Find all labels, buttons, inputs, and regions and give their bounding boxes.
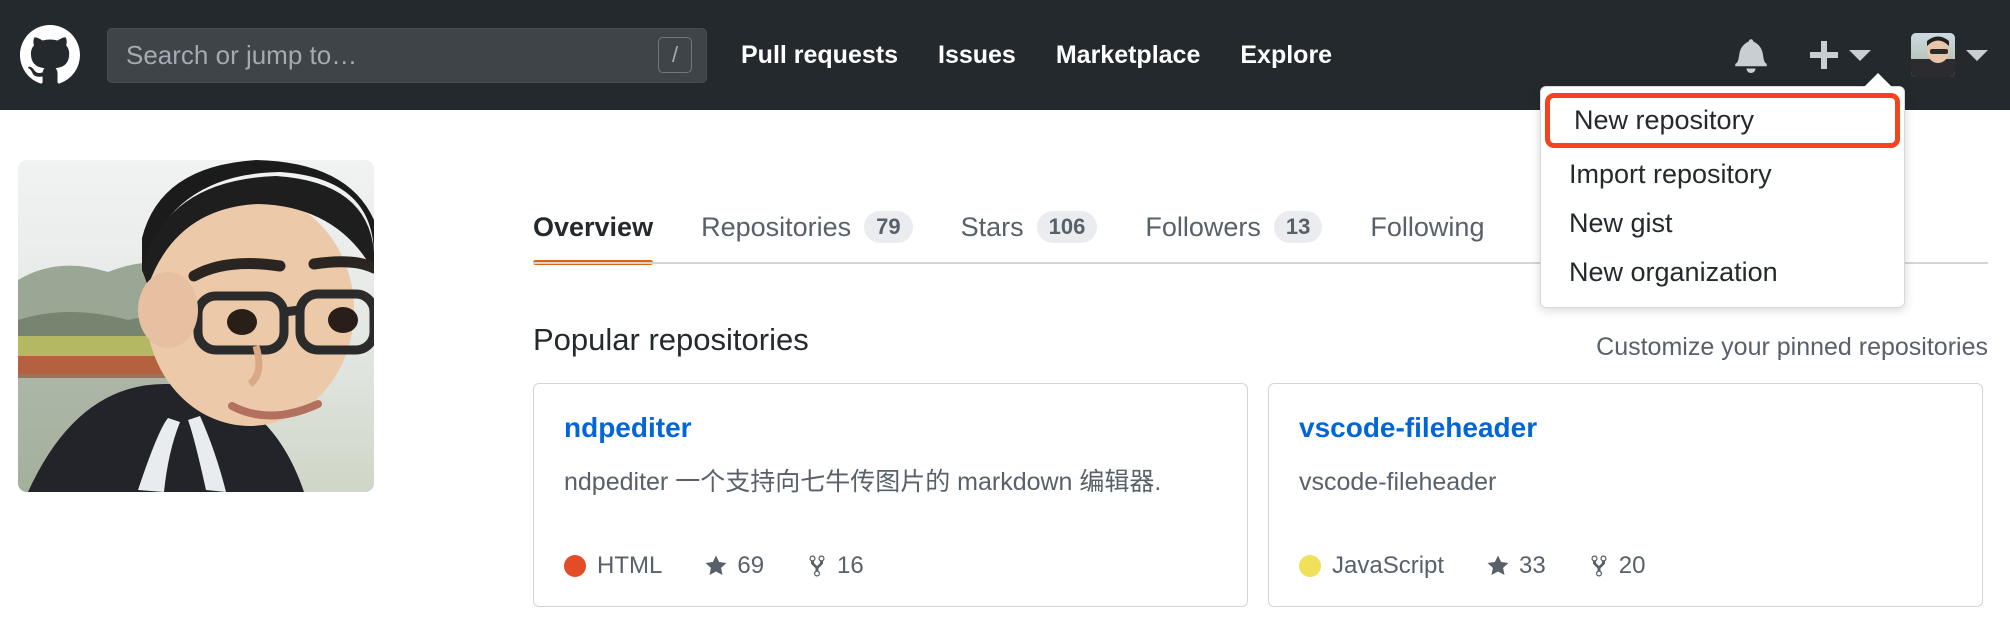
menu-item-new-gist[interactable]: New gist (1541, 199, 1904, 248)
nav-item-marketplace[interactable]: Marketplace (1056, 41, 1201, 70)
menu-item-new-repository[interactable]: New repository (1545, 93, 1900, 148)
plus-icon (1810, 41, 1838, 69)
fork-count: 20 (1618, 552, 1646, 579)
star-count: 69 (737, 552, 765, 579)
tab-overview[interactable]: Overview (533, 212, 654, 265)
tab-label: Stars (960, 211, 1024, 242)
tab-stars[interactable]: Stars 106 (961, 211, 1098, 265)
star-icon (1487, 555, 1509, 575)
avatar (1911, 33, 1955, 77)
repository-meta: HTML 69 16 (564, 552, 864, 580)
repository-description: vscode-fileheader (1299, 468, 1497, 496)
notifications-bell-icon[interactable] (1734, 37, 1768, 73)
tab-following[interactable]: Following (1370, 212, 1484, 265)
repository-card[interactable]: vscode-fileheader vscode-fileheader Java… (1268, 383, 1983, 607)
dropdown-caret-icon (1863, 73, 1893, 88)
language-color-dot (564, 555, 586, 577)
repository-language: HTML (597, 552, 663, 579)
repository-name-link[interactable]: vscode-fileheader (1299, 412, 1952, 444)
search-input[interactable] (126, 39, 658, 71)
pinned-repositories-list: ndpediter ndpediter 一个支持向七牛传图片的 markdown… (533, 383, 1983, 607)
fork-count: 16 (837, 552, 864, 579)
create-new-button[interactable] (1810, 41, 1871, 69)
tab-repositories[interactable]: Repositories 79 (701, 211, 913, 265)
tab-counter: 106 (1036, 211, 1098, 243)
nav-item-issues[interactable]: Issues (938, 41, 1016, 70)
repository-language: JavaScript (1332, 552, 1445, 579)
star-count: 33 (1519, 552, 1546, 579)
menu-item-import-repository[interactable]: Import repository (1541, 150, 1904, 199)
language-color-dot (1299, 555, 1321, 577)
search-box[interactable]: / (107, 27, 707, 83)
repository-card[interactable]: ndpediter ndpediter 一个支持向七牛传图片的 markdown… (533, 383, 1248, 607)
chevron-down-icon (1849, 49, 1871, 61)
create-new-dropdown-menu: New repository Import repository New gis… (1540, 73, 1905, 308)
tab-label: Followers (1145, 211, 1261, 242)
star-icon (705, 555, 727, 575)
repository-stars[interactable]: 33 (1486, 552, 1546, 580)
repository-name-link[interactable]: ndpediter (564, 412, 1217, 444)
tab-counter: 79 (864, 211, 913, 243)
tab-counter: 13 (1273, 211, 1323, 243)
primary-nav: Pull requests Issues Marketplace Explore (741, 41, 1332, 70)
nav-item-explore[interactable]: Explore (1240, 41, 1332, 70)
github-logo-icon[interactable] (20, 25, 80, 85)
repository-forks[interactable]: 20 (1588, 552, 1646, 580)
repository-meta: JavaScript 33 20 (1299, 552, 1645, 580)
customize-pinned-repositories-link[interactable]: Customize your pinned repositories (1596, 333, 1988, 362)
search-shortcut-key: / (658, 37, 692, 73)
repository-description: ndpediter 一个支持向七牛传图片的 markdown 编辑器. (564, 468, 1162, 496)
tab-label: Overview (533, 212, 654, 242)
tab-label: Repositories (701, 211, 852, 242)
repository-stars[interactable]: 69 (704, 552, 764, 580)
user-menu-button[interactable] (1911, 33, 1988, 77)
repository-forks[interactable]: 16 (806, 552, 864, 580)
menu-item-new-organization[interactable]: New organization (1541, 248, 1904, 297)
fork-icon (809, 555, 825, 577)
nav-item-pull-requests[interactable]: Pull requests (741, 41, 898, 70)
page-title: Popular repositories (533, 322, 809, 357)
profile-avatar[interactable] (18, 160, 374, 492)
tab-label: Following (1370, 212, 1485, 242)
chevron-down-icon (1966, 49, 1988, 61)
fork-icon (1591, 555, 1607, 577)
tab-followers[interactable]: Followers 13 (1145, 211, 1323, 265)
